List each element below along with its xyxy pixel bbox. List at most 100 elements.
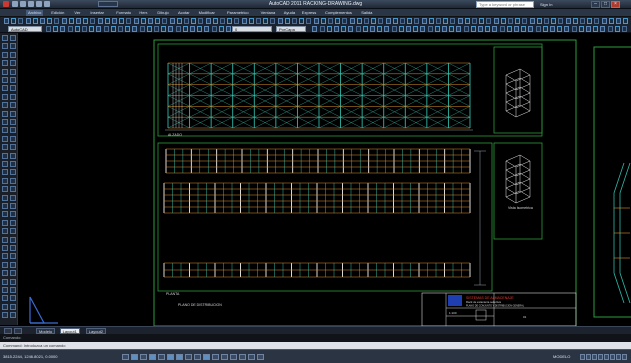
status-toggle-icon[interactable]	[212, 354, 219, 360]
draw-tool-icon[interactable]	[10, 194, 16, 201]
draw-tool-icon[interactable]	[2, 35, 8, 41]
draw-tool-icon[interactable]	[10, 219, 16, 226]
draw-tool-icon[interactable]	[2, 186, 8, 193]
status-toggle-icon[interactable]	[221, 354, 228, 360]
draw-tool-icon[interactable]	[2, 194, 8, 201]
draw-tool-icon[interactable]	[2, 169, 8, 176]
toolbar-button-icon[interactable]	[182, 26, 188, 32]
toolbar-button-icon[interactable]	[565, 18, 571, 24]
toolbar-button-icon[interactable]	[400, 18, 405, 24]
toolbar-button-icon[interactable]	[54, 18, 60, 24]
draw-tool-icon[interactable]	[10, 203, 16, 209]
toolbar-button-icon[interactable]	[40, 18, 45, 24]
toolbar-button-icon[interactable]	[572, 18, 578, 24]
toolbar-button-icon[interactable]	[600, 26, 606, 32]
toolbar-button-icon[interactable]	[420, 26, 426, 32]
toolbar-button-icon[interactable]	[277, 18, 283, 24]
toolbar-button-icon[interactable]	[499, 26, 505, 32]
toolbar-button-icon[interactable]	[406, 26, 411, 32]
toolbar-button-icon[interactable]	[53, 26, 59, 32]
draw-tool-icon[interactable]	[2, 60, 8, 67]
draw-tool-icon[interactable]	[10, 60, 16, 67]
toolbar-button-icon[interactable]	[492, 26, 498, 32]
toolbar-button-icon[interactable]	[139, 26, 145, 32]
toolbar-button-icon[interactable]	[341, 26, 347, 32]
draw-tool-icon[interactable]	[2, 253, 8, 260]
status-tray-icon[interactable]	[598, 354, 603, 360]
status-toggle-icon[interactable]	[158, 354, 165, 360]
toolbar-button-icon[interactable]	[515, 18, 521, 24]
toolbar-button-icon[interactable]	[586, 26, 591, 32]
toolbar-button-icon[interactable]	[398, 26, 404, 32]
status-tray-icon[interactable]	[616, 354, 621, 360]
toolbar-button-icon[interactable]	[506, 26, 512, 32]
ribbon-tab[interactable]: Herr.	[137, 10, 150, 16]
toolbar-button-icon[interactable]	[140, 18, 146, 24]
toolbar-button-icon[interactable]	[450, 18, 456, 24]
toolbar-button-icon[interactable]	[312, 26, 318, 32]
toolbar-button-icon[interactable]	[385, 18, 391, 24]
draw-tool-icon[interactable]	[10, 68, 16, 75]
toolbar-button-icon[interactable]	[500, 18, 506, 24]
draw-tool-icon[interactable]	[2, 110, 8, 117]
toolbar-button-icon[interactable]	[622, 26, 627, 32]
draw-tool-icon[interactable]	[10, 295, 16, 302]
toolbar-button-icon[interactable]	[551, 18, 557, 24]
draw-tool-icon[interactable]	[2, 51, 8, 58]
sign-in-link[interactable]: Sign In	[540, 1, 572, 8]
toolbar-button-icon[interactable]	[82, 26, 87, 32]
draw-tool-icon[interactable]	[2, 236, 8, 243]
toolbar-button-icon[interactable]	[349, 18, 355, 24]
toolbar-button-icon[interactable]	[463, 26, 469, 32]
toolbar-button-icon[interactable]	[263, 18, 269, 24]
toolbar-button-icon[interactable]	[32, 18, 38, 24]
draw-tool-icon[interactable]	[10, 144, 16, 151]
toolbar-button-icon[interactable]	[146, 26, 152, 32]
toolbar-button-icon[interactable]	[326, 26, 332, 32]
toolbar-button-icon[interactable]	[205, 18, 211, 24]
toolbar-button-icon[interactable]	[587, 18, 593, 24]
toolbar-button-icon[interactable]	[392, 18, 398, 24]
toolbar-button-icon[interactable]	[60, 26, 66, 32]
toolbar-button-icon[interactable]	[328, 18, 333, 24]
toolbar-button-icon[interactable]	[83, 18, 89, 24]
toolbar-button-icon[interactable]	[479, 18, 485, 24]
toolbar-button-icon[interactable]	[320, 18, 326, 24]
toolbar-button-icon[interactable]	[414, 18, 420, 24]
toolbar-button-icon[interactable]	[443, 18, 449, 24]
toolbar-button-icon[interactable]	[211, 26, 217, 32]
toolbar-button-icon[interactable]	[226, 26, 231, 32]
draw-tool-icon[interactable]	[10, 270, 16, 277]
status-toggle-icon[interactable]	[239, 354, 246, 360]
toolbar-button-icon[interactable]	[356, 18, 362, 24]
draw-tool-icon[interactable]	[10, 186, 16, 193]
status-tray-icon[interactable]	[610, 354, 615, 360]
toolbar-button-icon[interactable]	[485, 26, 491, 32]
toolbar-button-icon[interactable]	[292, 18, 297, 24]
draw-tool-icon[interactable]	[10, 253, 16, 260]
draw-tool-icon[interactable]	[2, 270, 8, 277]
workspace-select[interactable]: AutoCAD	[8, 26, 42, 32]
ribbon-tab[interactable]: Archivo	[26, 10, 44, 16]
ribbon-tab[interactable]: Complementos	[323, 10, 354, 16]
status-toggle-icon[interactable]	[131, 354, 138, 360]
toolbar-button-icon[interactable]	[204, 26, 210, 32]
ribbon-tab[interactable]: Ayuda	[282, 10, 297, 16]
close-button[interactable]: ×	[611, 1, 620, 8]
status-toggle-icon[interactable]	[185, 354, 192, 360]
command-input[interactable]: Command: Introduzca un comando	[0, 342, 631, 349]
status-tray-icon[interactable]	[592, 354, 597, 360]
status-toggle-icon[interactable]	[257, 354, 264, 360]
toolbar-button-icon[interactable]	[47, 18, 53, 24]
toolbar-button-icon[interactable]	[377, 26, 383, 32]
ribbon-tab[interactable]: Parametrico	[225, 10, 251, 16]
draw-tool-icon[interactable]	[2, 287, 8, 293]
ribbon-tab[interactable]: Ver	[72, 10, 82, 16]
toolbar-button-icon[interactable]	[486, 18, 492, 24]
draw-tool-icon[interactable]	[10, 236, 16, 243]
toolbar-button-icon[interactable]	[594, 18, 600, 24]
toolbar-button-icon[interactable]	[580, 18, 585, 24]
toolbar-button-icon[interactable]	[218, 26, 224, 32]
toolbar-button-icon[interactable]	[334, 26, 339, 32]
status-toggle-icon[interactable]	[203, 354, 210, 360]
